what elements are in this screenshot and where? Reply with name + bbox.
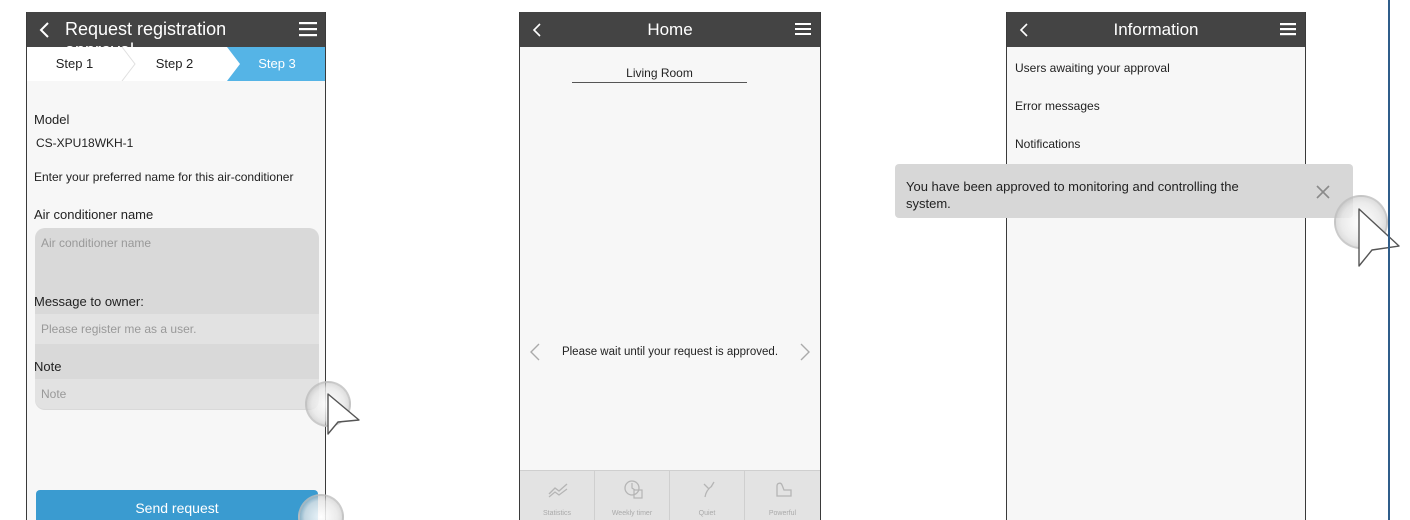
note-input[interactable]: Note [35,379,319,409]
room-name: Living Room [572,66,747,83]
page-title: Home [647,20,693,39]
model-value: CS-XPU18WKH-1 [36,136,134,150]
app-bar: Request registration approval [27,12,325,60]
hamburger-menu-icon[interactable] [794,21,812,37]
page-title: Information [1113,20,1199,39]
app-bar: Information [1007,12,1305,47]
step-3-active: Step 3 [258,56,296,71]
info-item-notifications[interactable]: Notifications [1015,137,1080,151]
send-request-button[interactable]: Send request [36,490,318,520]
tab-quiet[interactable]: Quiet [670,471,745,520]
info-item-error-messages[interactable]: Error messages [1015,99,1100,113]
info-item-users-awaiting[interactable]: Users awaiting your approval [1015,61,1170,75]
powerful-icon [776,482,792,497]
statistics-icon [548,483,568,498]
hamburger-menu-icon[interactable] [299,21,317,37]
tab-powerful[interactable]: Powerful [745,471,820,520]
cursor-arrow-icon [1358,208,1400,267]
close-icon[interactable] [1315,184,1331,200]
hamburger-menu-icon[interactable] [1279,21,1297,37]
request-approval-screen: Request registration approval Step 1 Ste… [26,12,326,520]
frame-border [1388,0,1390,520]
approval-toast: You have been approved to monitoring and… [895,164,1353,218]
information-screen: Information Users awaiting your approval… [1006,12,1306,520]
home-screen: Home Living Room Please wait until your … [519,12,821,520]
cursor-arrow-icon [327,393,360,435]
toast-message: You have been approved to monitoring and… [906,179,1239,211]
name-label: Air conditioner name [34,207,154,222]
step-2: Step 2 [155,56,194,71]
air-conditioner-name-input[interactable]: Air conditioner name [35,228,319,258]
back-chevron-icon[interactable] [35,20,55,40]
note-label: Note [34,359,62,374]
message-to-owner-input[interactable]: Please register me as a user. [35,314,319,344]
message-label: Message to owner: [34,294,144,309]
chevron-right-icon[interactable] [798,342,812,362]
bottom-tab-bar: Statistics Weekly timer Quiet Powerful [520,470,820,520]
weekly-timer-icon [624,480,643,499]
app-bar: Home [520,12,820,47]
instruction-text: Enter your preferred name for this air-c… [34,170,294,184]
step-indicator: Step 1 Step 2 Step 3 [27,47,325,81]
model-label: Model [34,112,70,127]
step-1: Step 1 [55,56,94,71]
wait-message: Please wait until your request is approv… [561,346,779,358]
tab-weekly-timer[interactable]: Weekly timer [595,471,670,520]
chevron-left-icon[interactable] [528,342,542,362]
tab-statistics[interactable]: Statistics [520,471,595,520]
quiet-icon [703,481,715,498]
